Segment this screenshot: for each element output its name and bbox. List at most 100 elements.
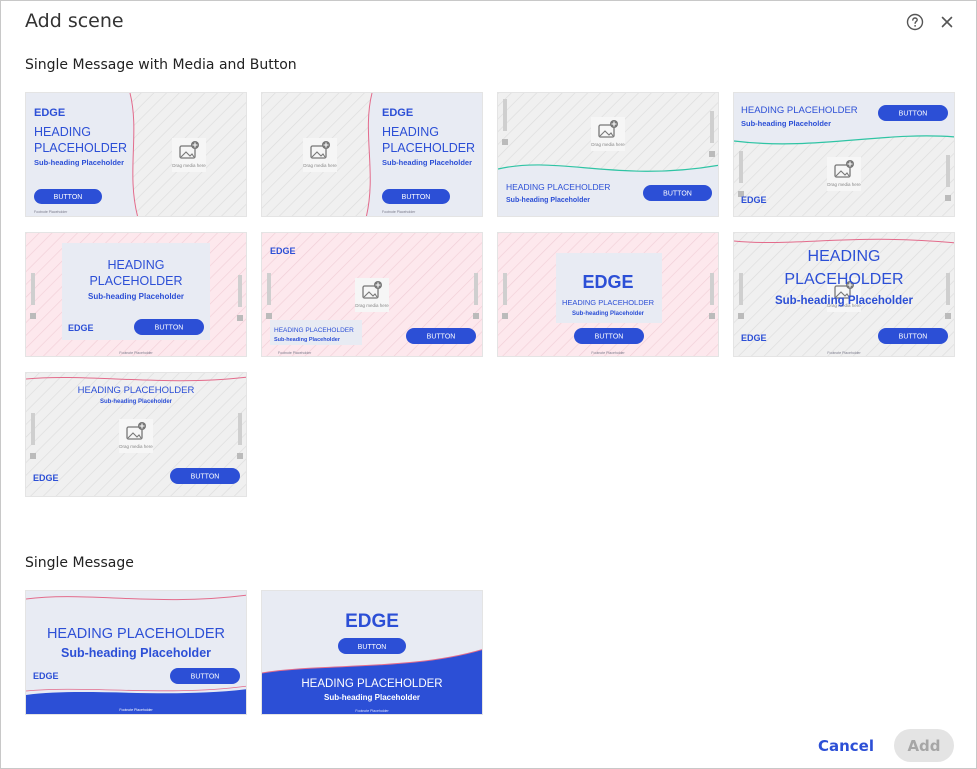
template-heading: HEADING PLACEHOLDER bbox=[274, 327, 354, 334]
template-subheading: Sub-heading Placeholder bbox=[274, 337, 341, 343]
template-button: BUTTON bbox=[574, 328, 644, 344]
template-button-label: BUTTON bbox=[899, 334, 928, 341]
template-button: BUTTON bbox=[338, 638, 406, 654]
add-button[interactable]: Add bbox=[894, 729, 954, 762]
template-preview: HEADING PLACEHOLDER Sub-heading Placeholde… bbox=[26, 233, 246, 356]
template-button: BUTTON bbox=[643, 185, 712, 201]
edge-logo: EDGE bbox=[270, 246, 296, 256]
edge-logo: EDGE bbox=[34, 107, 65, 119]
template-button-label: BUTTON bbox=[54, 194, 83, 201]
template-subheading: Sub-heading Placeholder bbox=[382, 158, 472, 167]
template-preview: Drag media here HEADING PLACEHOLDER Sub-he… bbox=[498, 93, 718, 216]
template-heading: PLACEHOLDER bbox=[34, 141, 127, 155]
template-button-label: BUTTON bbox=[427, 334, 456, 341]
drag-media-placeholder: Drag media here bbox=[827, 157, 861, 191]
scene-template-media-button-5[interactable]: HEADING PLACEHOLDER Sub-heading Placeholde… bbox=[25, 232, 247, 357]
edge-logo: EDGE bbox=[741, 195, 767, 205]
template-preview: Drag media hereHEADINGPLACEHOLDERSub-hea… bbox=[734, 233, 954, 356]
edge-logo: EDGE bbox=[33, 473, 59, 483]
template-button: BUTTON bbox=[170, 668, 240, 684]
help-circle-icon[interactable] bbox=[906, 13, 924, 31]
template-heading: HEADING PLACEHOLDER bbox=[47, 626, 225, 642]
scene-template-media-button-7[interactable]: EDGE HEADING PLACEHOLDER Sub-heading Place… bbox=[497, 232, 719, 357]
template-subheading: Sub-heading Placeholder bbox=[506, 197, 590, 204]
footnote-placeholder: Footnote Placeholder bbox=[119, 351, 153, 355]
footnote-placeholder: Footnote Placeholder bbox=[278, 351, 312, 355]
drag-media-label: Drag media here bbox=[303, 163, 337, 168]
template-heading: HEADING PLACEHOLDER bbox=[301, 678, 442, 690]
footnote-placeholder: Footnote Placeholder bbox=[119, 708, 153, 712]
template-subheading: Sub-heading Placeholder bbox=[324, 693, 420, 702]
drag-media-placeholder: Drag media here bbox=[591, 117, 625, 151]
drag-media-placeholder: Drag media here bbox=[355, 278, 389, 312]
template-heading: HEADING PLACEHOLDER bbox=[78, 385, 195, 396]
template-button: BUTTON bbox=[878, 105, 948, 121]
drag-media-label: Drag media here bbox=[591, 142, 625, 147]
template-preview: EDGE BUTTON HEADING PLACEHOLDER Sub-heading… bbox=[262, 591, 482, 714]
template-button: BUTTON bbox=[134, 319, 204, 335]
template-heading: PLACEHOLDER bbox=[382, 141, 475, 155]
scene-template-media-button-9[interactable]: HEADING PLACEHOLDER Sub-heading Placehold… bbox=[25, 372, 247, 497]
scene-template-single-message-2[interactable]: EDGE BUTTON HEADING PLACEHOLDER Sub-heading… bbox=[261, 590, 483, 715]
drag-media-placeholder: Drag media here bbox=[119, 419, 153, 453]
drag-media-label: Drag media here bbox=[119, 444, 153, 449]
edge-logo: EDGE bbox=[741, 333, 767, 343]
drag-media-placeholder: Drag media here bbox=[303, 138, 337, 172]
edge-logo: EDGE bbox=[582, 272, 633, 292]
footnote-placeholder: Footnote Placeholder bbox=[34, 210, 68, 214]
scene-template-media-button-1[interactable]: EDGE HEADING PLACEHOLDER Sub-heading Placeh… bbox=[25, 92, 247, 217]
template-preview: HEADING PLACEHOLDER Sub-heading Placehold… bbox=[26, 591, 246, 714]
section-label-media-button: Single Message with Media and Button bbox=[25, 57, 297, 73]
template-heading: PLACEHOLDER bbox=[784, 271, 903, 288]
template-subheading: Sub-heading Placeholder bbox=[775, 295, 914, 307]
template-heading: HEADING bbox=[34, 125, 91, 139]
scene-template-single-message-1[interactable]: HEADING PLACEHOLDER Sub-heading Placehold… bbox=[25, 590, 247, 715]
template-subheading: Sub-heading Placeholder bbox=[34, 158, 124, 167]
drag-media-label: Drag media here bbox=[355, 303, 389, 308]
template-preview: EDGE HEADING PLACEHOLDER Sub-heading Place… bbox=[498, 233, 718, 356]
section-label-single-message: Single Message bbox=[25, 555, 134, 571]
drag-media-label: Drag media here bbox=[172, 163, 206, 168]
template-button-label: BUTTON bbox=[191, 674, 220, 681]
scene-template-media-button-2[interactable]: EDGE HEADING PLACEHOLDER Sub-heading Placeh… bbox=[261, 92, 483, 217]
template-heading: PLACEHOLDER bbox=[89, 274, 182, 288]
template-subheading: Sub-heading Placeholder bbox=[741, 119, 831, 128]
template-subheading: Sub-heading Placeholder bbox=[61, 646, 211, 660]
scene-template-media-button-4[interactable]: HEADING PLACEHOLDER Sub-heading Placehold… bbox=[733, 92, 955, 217]
template-heading: HEADING bbox=[108, 258, 165, 272]
drag-media-label: Drag media here bbox=[827, 182, 861, 187]
template-button-label: BUTTON bbox=[155, 325, 184, 332]
scene-template-media-button-3[interactable]: Drag media here HEADING PLACEHOLDER Sub-he… bbox=[497, 92, 719, 217]
template-subheading: Sub-heading Placeholder bbox=[572, 311, 645, 317]
footnote-placeholder: Footnote Placeholder bbox=[591, 351, 625, 355]
drag-media-placeholder: Drag media here bbox=[172, 138, 206, 172]
template-button: BUTTON bbox=[382, 189, 450, 204]
template-button: BUTTON bbox=[34, 189, 102, 204]
edge-logo: EDGE bbox=[68, 323, 94, 333]
edge-logo: EDGE bbox=[382, 107, 413, 119]
template-subheading: Sub-heading Placeholder bbox=[88, 292, 184, 301]
footnote-placeholder: Footnote Placeholder bbox=[382, 210, 416, 214]
template-preview: EDGE Drag media here HEADING PLACEHOLDER Su… bbox=[262, 233, 482, 356]
template-button-label: BUTTON bbox=[191, 474, 220, 481]
scene-template-media-button-6[interactable]: EDGE Drag media here HEADING PLACEHOLDER Su… bbox=[261, 232, 483, 357]
template-preview: EDGE HEADING PLACEHOLDER Sub-heading Placeh… bbox=[26, 93, 246, 216]
template-preview: EDGE HEADING PLACEHOLDER Sub-heading Placeh… bbox=[262, 93, 482, 216]
edge-logo: EDGE bbox=[33, 671, 59, 681]
template-subheading: Sub-heading Placeholder bbox=[100, 399, 173, 405]
template-heading: HEADING PLACEHOLDER bbox=[506, 182, 610, 192]
cancel-button[interactable]: Cancel bbox=[811, 729, 881, 762]
template-button-label: BUTTON bbox=[402, 194, 431, 201]
add-scene-dialog: Add scene Single Message with Media and … bbox=[0, 0, 977, 769]
template-button: BUTTON bbox=[170, 468, 240, 484]
scene-template-media-button-8[interactable]: Drag media here HEADING PLACEHOLDER Sub-hea… bbox=[733, 232, 955, 357]
template-preview: HEADING PLACEHOLDER Sub-heading Placehold… bbox=[26, 373, 246, 496]
template-heading: HEADING bbox=[382, 125, 439, 139]
template-button: BUTTON bbox=[878, 328, 948, 344]
template-preview: HEADING PLACEHOLDER Sub-heading Placehold… bbox=[734, 93, 954, 216]
template-button-label: BUTTON bbox=[595, 334, 624, 341]
close-icon[interactable] bbox=[938, 13, 956, 31]
template-heading: HEADING bbox=[808, 248, 881, 265]
footnote-placeholder: Footnote Placeholder bbox=[827, 351, 861, 355]
dialog-title: Add scene bbox=[25, 10, 124, 32]
